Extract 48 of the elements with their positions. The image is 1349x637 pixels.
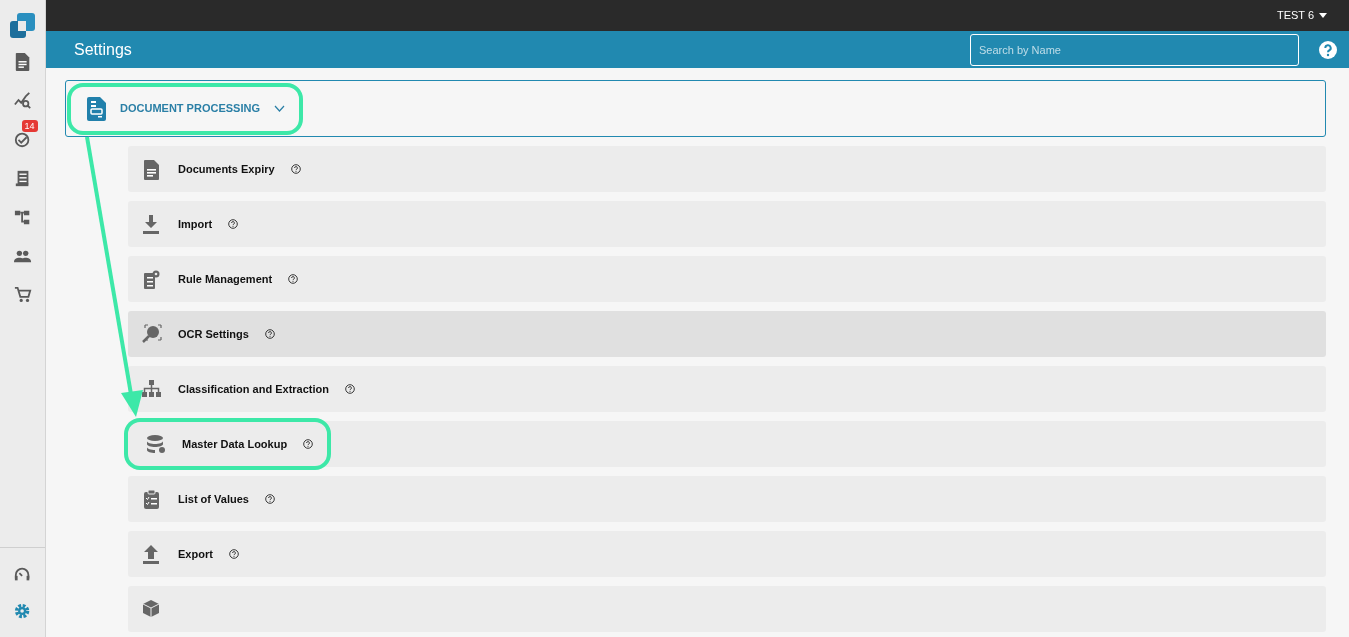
checklist-icon <box>142 488 162 510</box>
help-icon[interactable] <box>228 219 239 229</box>
row-label: Export <box>178 546 213 562</box>
page-title: Settings <box>74 39 132 60</box>
user-menu[interactable]: TEST 6 <box>1276 7 1327 24</box>
settings-icon <box>13 601 32 621</box>
caret-icon <box>1319 13 1327 18</box>
document-icon <box>13 51 32 71</box>
row-label: Master Data Lookup <box>182 436 288 452</box>
logo-icon[interactable] <box>10 13 35 38</box>
settings-row[interactable]: Documents Expiry <box>128 146 1326 192</box>
sidebar-item[interactable] <box>12 90 33 110</box>
database-icon <box>146 433 166 455</box>
help-icon[interactable] <box>1319 40 1337 59</box>
ocr-search-icon <box>142 323 162 345</box>
row-label: Import <box>178 216 213 232</box>
search-field[interactable]: Search by Name <box>970 33 1299 66</box>
row-label: OCR Settings <box>178 326 249 342</box>
help-icon[interactable] <box>303 439 314 449</box>
settings-row[interactable]: Import <box>128 201 1326 247</box>
upload-icon <box>142 543 162 565</box>
section-toggle[interactable]: DOCUMENT PROCESSING <box>67 82 303 135</box>
row-label: Documents Expiry <box>178 161 275 177</box>
help-icon[interactable] <box>264 329 275 339</box>
settings-row[interactable]: Rule Management <box>128 256 1326 302</box>
help-icon[interactable] <box>228 549 239 559</box>
help-icon[interactable] <box>345 384 355 394</box>
settings-row[interactable]: OCR Settings <box>128 311 1326 357</box>
cart-icon <box>13 285 32 305</box>
settings-row[interactable]: List of Values <box>128 476 1326 522</box>
help-icon[interactable] <box>264 494 275 504</box>
row-label: List of Values <box>178 491 249 507</box>
chart-search-icon <box>13 90 32 110</box>
row-label: Classification and Extraction <box>178 381 329 397</box>
help-icon[interactable] <box>290 164 301 174</box>
hierarchy-icon <box>142 378 162 400</box>
settings-row[interactable]: Export <box>128 531 1326 577</box>
download-icon <box>142 213 162 235</box>
count-badge: 14 <box>21 120 38 132</box>
document-icon <box>87 96 106 121</box>
cube-icon <box>142 598 162 620</box>
clipboard-gear-icon <box>142 268 162 290</box>
document-icon <box>142 158 162 180</box>
settings-row[interactable]: Classification and Extraction <box>128 366 1326 412</box>
sidebar-item[interactable] <box>12 285 33 305</box>
row-label: Rule Management <box>178 271 273 287</box>
help-icon[interactable] <box>288 274 299 284</box>
chevron-icon <box>273 105 285 112</box>
